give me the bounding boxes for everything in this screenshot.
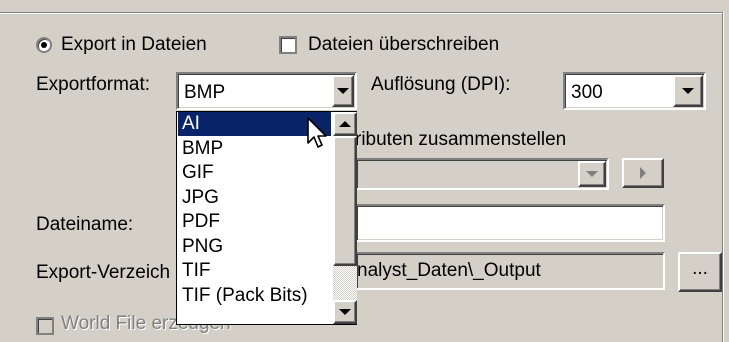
arrow-down-icon: [339, 309, 351, 315]
browse-button[interactable]: ...: [678, 252, 722, 292]
resolution-value: 300: [571, 82, 603, 103]
export-format-combobox[interactable]: BMP: [176, 72, 357, 110]
overwrite-files-checkbox[interactable]: [279, 36, 297, 54]
resolution-dropdown-button[interactable]: [673, 75, 703, 107]
export-format-dropdown-list[interactable]: AI BMP GIF JPG PDF PNG TIF TIF (Pack Bit…: [176, 111, 357, 325]
resolution-combobox[interactable]: 300: [563, 72, 706, 110]
chevron-right-icon: [640, 167, 646, 179]
export-to-files-radio[interactable]: [36, 37, 52, 53]
export-format-dropdown-button[interactable]: [332, 75, 354, 107]
attribute-combobox[interactable]: [355, 158, 609, 190]
arrow-up-icon: [339, 121, 351, 127]
export-to-files-label: Export in Dateien: [61, 34, 207, 55]
chevron-down-icon: [682, 88, 694, 94]
export-format-value: BMP: [184, 82, 226, 103]
export-directory-label: Export-Verzeich: [36, 262, 171, 283]
resolution-label: Auflösung (DPI):: [371, 74, 511, 95]
format-option-gif[interactable]: GIF: [178, 161, 331, 185]
format-option-pdf[interactable]: PDF: [178, 210, 331, 234]
format-option-png[interactable]: PNG: [178, 235, 331, 259]
format-option-tif[interactable]: TIF: [178, 259, 331, 283]
attribute-dropdown-button[interactable]: [578, 161, 606, 187]
group-frame-top: [0, 12, 722, 14]
filename-label: Dateiname:: [36, 214, 134, 235]
scroll-thumb[interactable]: [333, 136, 357, 266]
export-directory-value: nalyst_Daten\_Output: [357, 260, 541, 281]
overwrite-files-label: Dateien überschreiben: [308, 34, 500, 55]
scroll-down-button[interactable]: [333, 300, 357, 324]
world-file-checkbox[interactable]: [36, 317, 54, 335]
filename-input[interactable]: [355, 204, 665, 242]
radio-selected-dot: [41, 42, 47, 48]
dropdown-scrollbar[interactable]: [333, 112, 357, 324]
arrow-cursor-icon: [307, 117, 327, 148]
chevron-down-icon: [586, 171, 598, 177]
scroll-up-button[interactable]: [333, 112, 357, 136]
format-option-jpg[interactable]: JPG: [178, 186, 331, 210]
compose-from-attributes-label: ributen zusammenstellen: [355, 129, 567, 150]
browse-button-label: ...: [692, 258, 708, 279]
chevron-down-icon: [337, 88, 349, 94]
format-option-tif-pack-bits[interactable]: TIF (Pack Bits): [178, 284, 331, 308]
next-button[interactable]: [622, 158, 664, 188]
export-directory-field[interactable]: nalyst_Daten\_Output: [355, 252, 665, 290]
export-format-label: Exportformat:: [36, 74, 151, 95]
group-frame-right: [722, 12, 724, 342]
